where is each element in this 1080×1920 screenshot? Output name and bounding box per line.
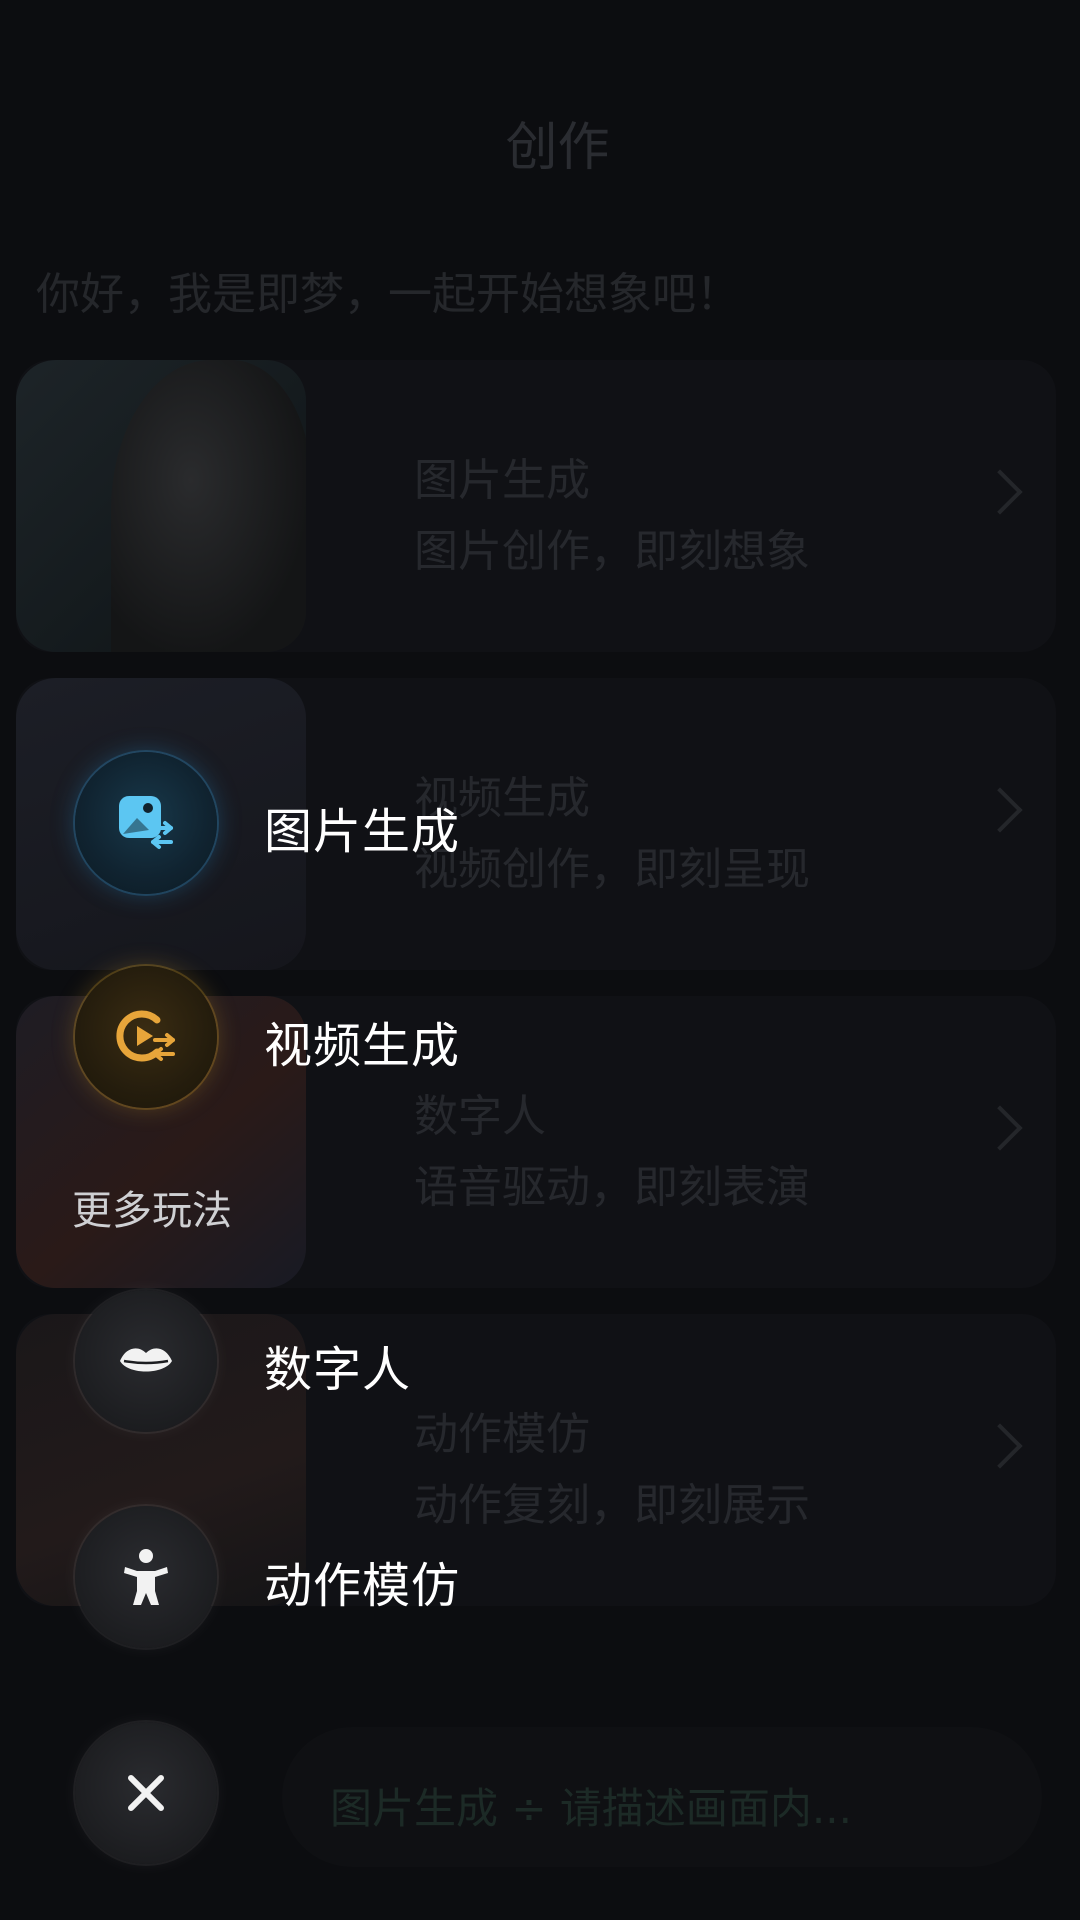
card-thumbnail	[16, 360, 306, 652]
prompt-text: 图片生成 ÷ 请描述画面内...	[330, 1784, 852, 1833]
close-icon	[128, 1775, 164, 1811]
greeting-text: 你好，我是即梦，一起开始想象吧！	[36, 269, 740, 320]
card-subtitle: 语音驱动，即刻表演	[414, 1162, 810, 1213]
chevron-right-icon	[977, 787, 1023, 833]
image-generate-icon	[119, 796, 173, 849]
chevron-right-icon	[977, 469, 1023, 515]
video-generate-button[interactable]	[75, 966, 217, 1108]
page-title: 创作	[505, 118, 610, 178]
chevron-right-icon	[977, 1105, 1023, 1151]
card-subtitle: 视频创作，即刻呈现	[414, 844, 810, 895]
chevron-right-icon	[977, 1423, 1023, 1469]
card-subtitle: 图片创作，即刻想象	[414, 526, 810, 577]
image-generate-label[interactable]: 图片生成	[264, 792, 460, 862]
video-generate-icon	[116, 1010, 175, 1062]
more-section-label: 更多玩法	[72, 1188, 232, 1234]
person-pose-icon	[124, 1549, 168, 1605]
motion-mimic-label[interactable]: 动作模仿	[264, 1546, 460, 1616]
card-title: 动作模仿	[414, 1409, 590, 1460]
card-subtitle: 动作复刻，即刻展示	[414, 1480, 810, 1531]
digital-human-button[interactable]	[75, 1290, 217, 1432]
video-generate-label[interactable]: 视频生成	[264, 1006, 460, 1076]
image-generate-button[interactable]	[75, 752, 217, 894]
card-title: 数字人	[414, 1091, 546, 1142]
digital-human-label[interactable]: 数字人	[264, 1330, 411, 1400]
card-title: 图片生成	[414, 455, 590, 506]
close-button[interactable]	[75, 1722, 217, 1864]
card-image-generate: 图片生成 图片创作，即刻想象	[16, 360, 1056, 652]
motion-mimic-button[interactable]	[75, 1506, 217, 1648]
lips-icon	[120, 1348, 172, 1372]
